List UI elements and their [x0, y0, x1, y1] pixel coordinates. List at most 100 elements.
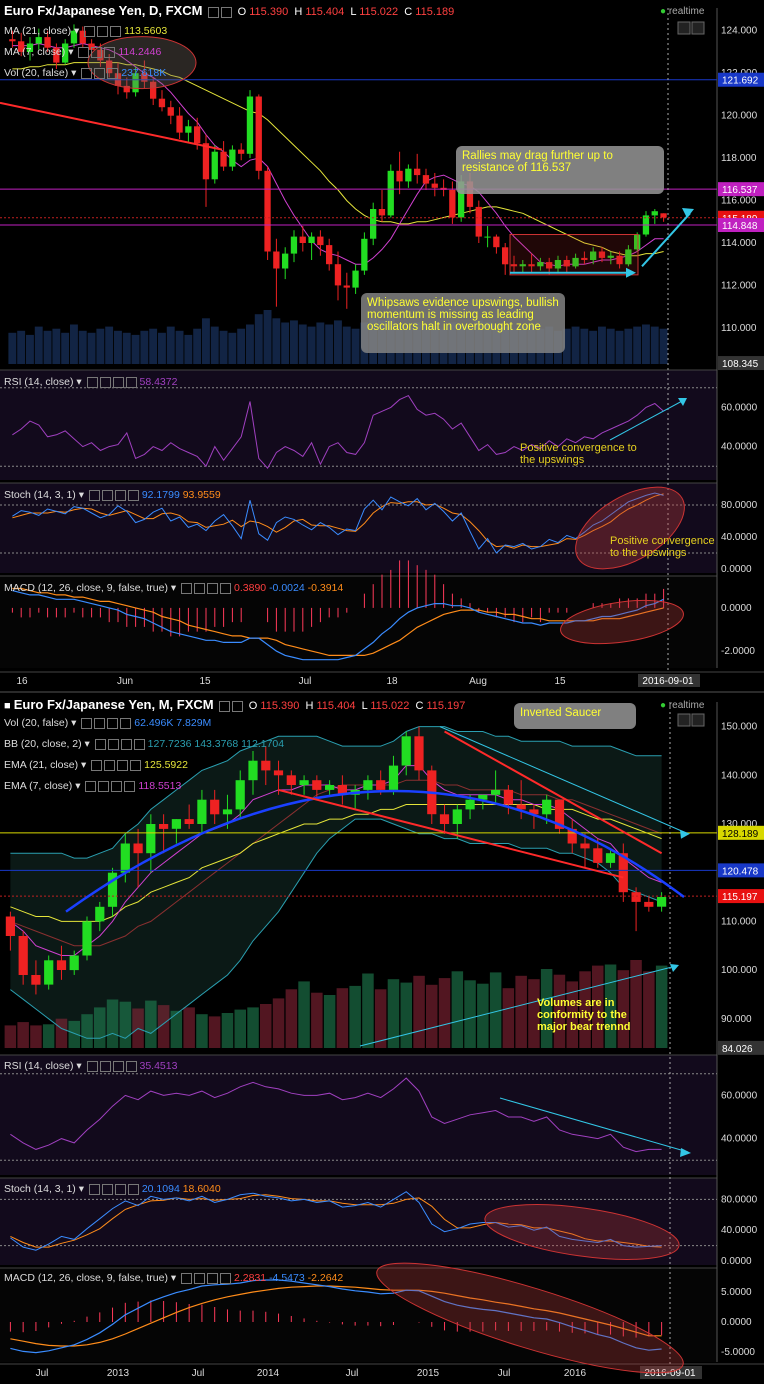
daily-stoch-tick-label: 80.0000 [721, 500, 758, 511]
daily-volume-bar [351, 328, 360, 364]
monthly-volume-bar [247, 1007, 259, 1048]
monthly-candle [222, 809, 233, 815]
daily-candle [238, 149, 245, 154]
settings-icon[interactable] [220, 6, 232, 18]
daily-candle [475, 206, 482, 237]
daily-macd-legend: MACD (12, 26, close, 9, false, true) ▾ 0… [4, 582, 344, 594]
monthly-candle [325, 785, 335, 790]
rsi-convergence-note: Positive convergence to the upswings [520, 442, 637, 466]
daily-volume-bar [26, 334, 34, 364]
daily-price-tick-label: 110.000 [721, 323, 757, 334]
daily-volume-bar [624, 328, 633, 364]
daily-candle [211, 151, 218, 180]
daily-volume-bar [237, 328, 246, 364]
daily-volume-bar [202, 318, 210, 364]
monthly-volume-bar [502, 988, 515, 1048]
monthly-candle [210, 799, 220, 815]
daily-candle [158, 98, 166, 108]
daily-volume-bar [52, 328, 61, 364]
daily-volume-bar [659, 328, 668, 364]
daily-candle [387, 170, 394, 216]
monthly-candle [261, 760, 271, 771]
monthly-candle [503, 789, 513, 805]
stoch-convergence-note: Positive convergence to the upswings [610, 535, 715, 559]
settings-icon[interactable] [231, 700, 243, 712]
daily-candle [194, 126, 201, 144]
daily-candle [370, 209, 377, 239]
monthly-macd-legend: MACD (12, 26, close, 9, false, true) ▾ 2… [4, 1272, 344, 1284]
daily-c-label: C [404, 6, 413, 18]
monthly-x-tick-label: Jul [36, 1368, 49, 1379]
monthly-candle [69, 955, 79, 971]
daily-candle [229, 149, 236, 167]
daily-price-tick-label: 114.000 [721, 238, 757, 249]
daily-x-tick-label: Aug [469, 676, 487, 687]
daily-x-tick-label: 15 [199, 676, 211, 687]
daily-stoch-legend: Stoch (14, 3, 1) ▾ 92.1799 93.9559 [4, 489, 221, 501]
chart-stage: 124.000122.000120.000118.000116.000114.0… [0, 0, 764, 1384]
daily-volume-bar [263, 310, 272, 364]
daily-candle [422, 175, 430, 184]
daily-ma7-legend: MA (7, close) ▾ 114.2446 [4, 46, 162, 58]
monthly-volume-bar [234, 1009, 246, 1048]
monthly-candle [159, 824, 169, 829]
chart-canvas: 124.000122.000120.000118.000116.000114.0… [0, 8, 764, 1379]
daily-close: 115.189 [415, 6, 455, 18]
monthly-volume-bar [170, 1010, 183, 1048]
daily-candle [264, 170, 271, 252]
daily-header: Euro Fx/Japanese Yen, D, FXCM O 115.390 … [4, 3, 454, 18]
daily-volume-bar [228, 332, 237, 364]
monthly-volume-bar [42, 1024, 55, 1048]
monthly-price-label: 84.026 [722, 1044, 753, 1055]
daily-volume-bar [281, 322, 290, 364]
daily-price-label: 108.345 [722, 359, 759, 370]
daily-volume-bar [96, 328, 105, 364]
daily-volume-bar [78, 330, 87, 364]
monthly-high: 115.404 [316, 700, 356, 712]
monthly-price-label: 128.189 [722, 829, 759, 840]
monthly-candle [197, 799, 207, 824]
monthly-volume-bar [374, 989, 387, 1048]
daily-candle [361, 238, 368, 271]
daily-candle [660, 213, 667, 218]
daily-volume-bar [210, 326, 219, 364]
daily-h-label: H [294, 6, 303, 18]
daily-volume-bar [149, 328, 158, 364]
monthly-candle [657, 897, 667, 907]
monthly-low: 115.022 [370, 700, 410, 712]
gear-icon[interactable] [218, 700, 230, 712]
volumes-note: Volumes are in conformity to the major b… [537, 997, 631, 1033]
monthly-candle [18, 936, 28, 975]
daily-high: 115.404 [305, 6, 345, 18]
daily-volume-bar [219, 330, 228, 364]
monthly-volume-bar [183, 1007, 195, 1048]
daily-volume-bar [166, 326, 175, 364]
daily-candle [282, 253, 289, 269]
daily-top-ellipse [87, 36, 197, 90]
monthly-close: 115.197 [426, 700, 466, 712]
gear-icon[interactable] [207, 6, 219, 18]
monthly-candle [248, 760, 258, 781]
monthly-volume-bar [106, 999, 119, 1048]
monthly-candle [580, 843, 590, 849]
monthly-volume-bar [426, 984, 438, 1048]
daily-volume-bar [571, 326, 580, 364]
monthly-candle [299, 780, 309, 786]
daily-volume-bar [298, 324, 307, 364]
monthly-x-tick-label: Jul [192, 1368, 205, 1379]
daily-realtime: ● realtime [660, 6, 705, 17]
daily-volume-bar [8, 332, 17, 364]
monthly-up-arrow-button [677, 713, 691, 727]
daily-stoch-tick-label: 0.0000 [721, 564, 752, 575]
daily-open: 115.390 [249, 6, 289, 18]
monthly-candle [593, 848, 603, 863]
daily-candle [202, 143, 210, 180]
daily-x-tick-label: 16 [16, 676, 28, 687]
daily-volume-bar [43, 330, 52, 364]
daily-x-tick-label: 15 [554, 676, 566, 687]
monthly-volume-bar [221, 1013, 234, 1048]
monthly-volume-bar [17, 1022, 29, 1048]
daily-upswing-arrowhead [682, 208, 694, 219]
daily-candle [334, 264, 342, 286]
monthly-candle [401, 736, 411, 766]
